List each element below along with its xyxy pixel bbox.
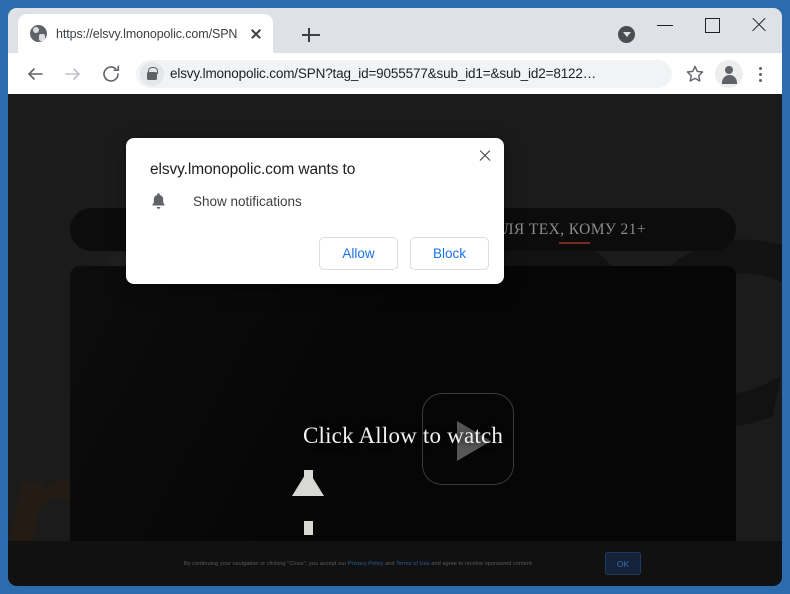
browser-window: https://elsvy.lmonopolic.com/SPN elsvy.l… [0, 0, 790, 594]
video-player[interactable]: Click Allow to watch [70, 266, 736, 586]
star-icon[interactable] [681, 60, 709, 88]
person-avatar-icon[interactable] [715, 59, 743, 88]
tab-strip: https://elsvy.lmonopolic.com/SPN [8, 8, 782, 53]
new-tab-button[interactable] [300, 24, 322, 46]
maximize-icon[interactable] [690, 8, 736, 40]
tab-title: https://elsvy.lmonopolic.com/SPN [56, 26, 238, 41]
cookie-consent-bar: By continuing your navigation or clickin… [8, 541, 782, 586]
browser-toolbar: elsvy.lmonopolic.com/SPN?tag_id=9055577&… [8, 53, 782, 94]
minimize-icon[interactable] [644, 8, 690, 40]
terms-of-use-link[interactable]: Terms of Use [396, 561, 430, 567]
dialog-buttons: Allow Block [319, 237, 489, 270]
watch-prompt-text: Click Allow to watch [302, 423, 504, 448]
allow-button[interactable]: Allow [319, 237, 398, 270]
consent-ok-button[interactable]: OK [605, 552, 641, 575]
consent-text: By continuing your navigation or clickin… [184, 561, 533, 567]
lock-icon[interactable] [140, 61, 164, 86]
consent-text-before: By continuing your navigation or clickin… [184, 560, 348, 567]
consent-text-after: and agree to receive sponsored content. [429, 560, 534, 567]
dialog-title: elsvy.lmonopolic.com wants to [150, 161, 356, 178]
permission-label: Show notifications [193, 193, 302, 209]
three-dot-menu-icon[interactable] [749, 60, 771, 88]
reload-icon[interactable] [97, 60, 125, 88]
address-bar[interactable]: elsvy.lmonopolic.com/SPN?tag_id=9055577&… [136, 59, 672, 88]
close-icon[interactable] [474, 145, 496, 167]
url-text: elsvy.lmonopolic.com/SPN?tag_id=9055577&… [170, 66, 597, 81]
close-icon[interactable] [736, 8, 782, 40]
bell-icon [150, 192, 167, 210]
browser-window-inner: https://elsvy.lmonopolic.com/SPN elsvy.l… [8, 8, 782, 586]
notification-permission-dialog: elsvy.lmonopolic.com wants to Show notif… [126, 138, 504, 284]
arrow-forward-icon[interactable] [59, 60, 87, 88]
browser-tab[interactable]: https://elsvy.lmonopolic.com/SPN [18, 14, 273, 53]
privacy-policy-link[interactable]: Privacy Policy [348, 561, 384, 567]
block-button[interactable]: Block [410, 237, 489, 270]
arrow-back-icon[interactable] [21, 60, 49, 88]
site-header-banner-text: ДЛЯ ТЕХ, КОМУ 21+ [492, 220, 646, 244]
consent-text-mid: and [383, 560, 397, 567]
page-viewport: PC risk.com ДЛЯ ТЕХ, КОМУ 21+ Click Allo… [8, 94, 782, 586]
tab-close-icon[interactable] [247, 25, 265, 43]
permission-row: Show notifications [150, 192, 302, 210]
chevron-down-circle-icon[interactable] [618, 26, 635, 43]
globe-icon [30, 25, 47, 42]
